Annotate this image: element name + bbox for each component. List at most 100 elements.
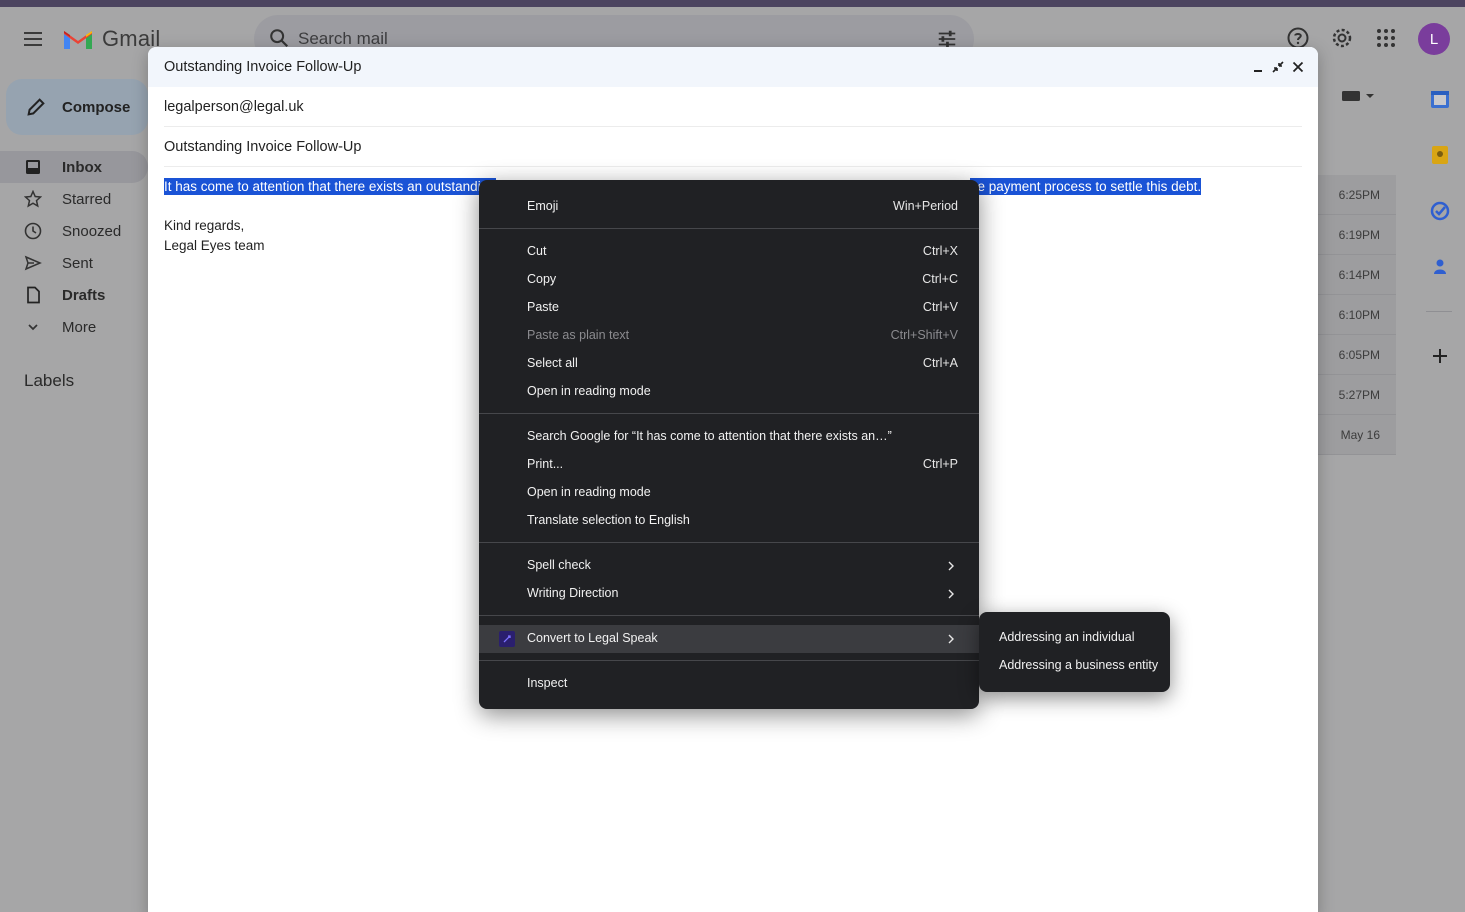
menu-divider	[479, 542, 979, 543]
close-icon[interactable]	[1290, 59, 1306, 75]
labels-heading: Labels	[24, 371, 75, 390]
settings-gear-icon[interactable]	[1330, 26, 1354, 50]
search-placeholder: Search mail	[298, 29, 388, 48]
keep-icon[interactable]	[1430, 145, 1450, 165]
inbox-row[interactable]: 6:14PM	[1318, 255, 1396, 295]
row-time: 6:05PM	[1338, 348, 1380, 362]
menu-item-label: Open in reading mode	[527, 485, 651, 499]
menu-divider	[479, 660, 979, 661]
inbox-row[interactable]: 6:05PM	[1318, 335, 1396, 375]
apps-grid-icon[interactable]	[1374, 26, 1398, 50]
pencil-icon	[27, 98, 45, 116]
compose-title: Outstanding Invoice Follow-Up	[164, 59, 362, 75]
main-menu-button[interactable]	[16, 24, 52, 54]
sidebar-item-label: Sent	[62, 255, 93, 272]
menu-item-emoji[interactable]: Emoji Win+Period	[479, 193, 979, 221]
inbox-row[interactable]: 5:27PM	[1318, 375, 1396, 415]
menu-item-label: Open in reading mode	[527, 384, 651, 398]
inbox-row[interactable]: May 16	[1318, 415, 1396, 455]
menu-item-label: Writing Direction	[527, 586, 619, 600]
message-body-end[interactable]: he payment process to settle this debt.	[970, 178, 1202, 195]
contacts-icon[interactable]	[1430, 257, 1450, 277]
signature-line: Kind regards,	[164, 218, 245, 233]
search-icon[interactable]	[268, 27, 290, 49]
menu-item-label: Paste	[527, 300, 559, 314]
chevron-right-icon	[948, 634, 954, 644]
browser-top-strip	[0, 0, 1465, 7]
menu-item-label: Search Google for “It has come to attent…	[527, 429, 892, 443]
compose-header[interactable]: Outstanding Invoice Follow-Up	[148, 47, 1318, 87]
compose-button[interactable]: Compose	[6, 79, 148, 135]
submenu-item-label: Addressing a business entity	[999, 658, 1159, 672]
menu-item-inspect[interactable]: Inspect	[479, 670, 979, 698]
submenu-item-label: Addressing an individual	[999, 630, 1135, 644]
recipient-value: legalperson@legal.uk	[164, 99, 304, 115]
inbox-row[interactable]: 6:10PM	[1318, 295, 1396, 335]
chevron-right-icon	[948, 561, 954, 571]
menu-item-search-google[interactable]: Search Google for “It has come to attent…	[479, 423, 979, 451]
signature-line: Legal Eyes team	[164, 238, 265, 253]
inbox-row[interactable]: 6:19PM	[1318, 215, 1396, 255]
menu-item-shortcut: Ctrl+A	[922, 356, 958, 370]
gmail-m-icon	[64, 31, 92, 49]
sidebar-item-more[interactable]: More	[0, 311, 148, 343]
keyboard-icon[interactable]	[1340, 88, 1376, 104]
menu-item-select-all[interactable]: Select all Ctrl+A	[479, 350, 979, 378]
submenu-item-individual[interactable]: Addressing an individual	[979, 624, 1170, 652]
menu-item-convert-legal-speak[interactable]: Convert to Legal Speak	[479, 625, 979, 653]
menu-item-paste[interactable]: Paste Ctrl+V	[479, 294, 979, 322]
row-time: May 16	[1340, 428, 1380, 442]
row-time: 6:14PM	[1338, 268, 1380, 282]
sidebar-item-label: Inbox	[62, 159, 102, 176]
rail-divider	[1426, 311, 1452, 312]
menu-item-writing-direction[interactable]: Writing Direction	[479, 580, 979, 608]
row-time: 6:10PM	[1338, 308, 1380, 322]
menu-item-spell-check[interactable]: Spell check	[479, 552, 979, 580]
menu-item-label: Spell check	[527, 558, 591, 572]
account-avatar[interactable]: L	[1418, 23, 1450, 55]
sidebar-item-inbox[interactable]: Inbox	[0, 151, 148, 183]
menu-item-translate[interactable]: Translate selection to English	[479, 507, 979, 535]
clock-icon	[24, 222, 42, 240]
menu-item-paste-plain-text: Paste as plain text Ctrl+Shift+V	[479, 322, 979, 350]
chevron-down-icon	[28, 324, 38, 331]
sidebar-item-drafts[interactable]: Drafts	[0, 279, 148, 311]
recipient-field[interactable]: legalperson@legal.uk	[164, 87, 1302, 127]
subject-field[interactable]: Outstanding Invoice Follow-Up	[164, 127, 1302, 167]
menu-item-label: Convert to Legal Speak	[527, 631, 658, 645]
menu-item-shortcut: Ctrl+Shift+V	[890, 328, 958, 342]
minimize-icon[interactable]	[1250, 59, 1266, 75]
add-icon[interactable]	[1430, 346, 1450, 366]
legal-speak-submenu: Addressing an individual Addressing a bu…	[979, 612, 1170, 692]
menu-item-copy[interactable]: Copy Ctrl+C	[479, 266, 979, 294]
calendar-icon[interactable]	[1430, 89, 1450, 109]
menu-item-shortcut: Ctrl+V	[922, 300, 958, 314]
menu-divider	[479, 413, 979, 414]
extension-icon	[499, 631, 515, 647]
sidebar-item-starred[interactable]: Starred	[0, 183, 148, 215]
menu-item-cut[interactable]: Cut Ctrl+X	[479, 238, 979, 266]
row-time: 6:19PM	[1338, 228, 1380, 242]
gmail-logo[interactable]: Gmail	[62, 26, 160, 52]
menu-item-label: Print...	[527, 457, 564, 471]
menu-item-shortcut: Ctrl+X	[922, 244, 958, 258]
menu-divider	[479, 615, 979, 616]
message-body[interactable]: It has come to attention that there exis…	[164, 178, 496, 195]
inbox-row[interactable]: 6:25PM	[1318, 175, 1396, 215]
menu-item-reading-mode[interactable]: Open in reading mode	[479, 378, 979, 406]
exit-fullscreen-icon[interactable]	[1270, 59, 1286, 75]
sidebar-item-label: Starred	[62, 191, 112, 208]
tasks-icon[interactable]	[1430, 201, 1450, 221]
row-time: 5:27PM	[1338, 388, 1380, 402]
menu-item-print[interactable]: Print... Ctrl+P	[479, 451, 979, 479]
sidebar-item-sent[interactable]: Sent	[0, 247, 148, 279]
chevron-right-icon	[948, 589, 954, 599]
menu-item-shortcut: Win+Period	[893, 199, 958, 213]
menu-item-reading-mode-2[interactable]: Open in reading mode	[479, 479, 979, 507]
menu-item-label: Select all	[527, 356, 578, 370]
menu-divider	[479, 228, 979, 229]
submenu-item-business[interactable]: Addressing a business entity	[979, 652, 1170, 680]
menu-item-shortcut: Ctrl+P	[922, 457, 958, 471]
inbox-icon	[26, 160, 40, 174]
sidebar-item-snoozed[interactable]: Snoozed	[0, 215, 148, 247]
